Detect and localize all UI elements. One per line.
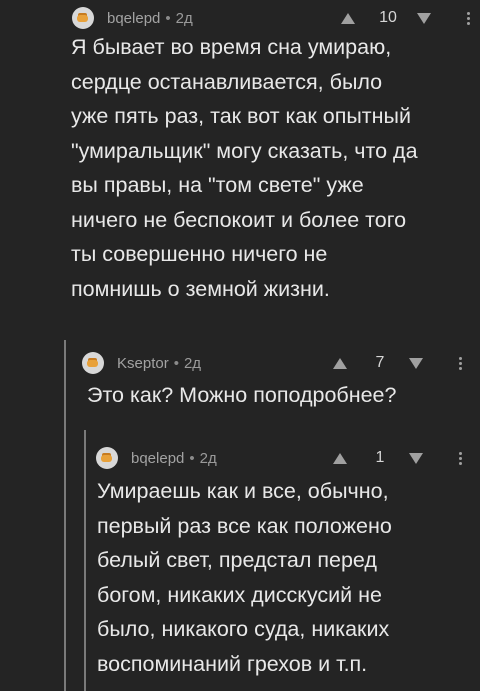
comment-time: 2д	[183, 354, 202, 372]
comment-author[interactable]: bqelepd	[107, 10, 160, 27]
thread-line[interactable]	[84, 430, 86, 691]
comment-text: Я бывает во время сна умираю, сердце ост…	[71, 35, 418, 301]
comment-time: 2д	[175, 9, 193, 27]
comment-text: Умираешь как и все, обычно, первый раз в…	[97, 479, 392, 676]
separator-dot: •	[165, 9, 171, 27]
comment-author[interactable]: Kseptor	[117, 355, 169, 372]
avatar[interactable]	[82, 352, 104, 374]
comment-header: bqelepd • 2д 10	[72, 3, 470, 33]
downvote-icon[interactable]	[409, 357, 423, 369]
comment-rating: 1	[375, 449, 385, 466]
comment-rating: 7	[375, 354, 385, 371]
comment-header: bqelepd • 2д 1	[96, 443, 462, 473]
separator-dot: •	[189, 449, 195, 467]
avatar[interactable]	[96, 447, 118, 469]
more-options-icon[interactable]	[467, 11, 470, 25]
upvote-icon[interactable]	[333, 357, 347, 369]
comment-time: 2д	[199, 449, 217, 467]
downvote-icon[interactable]	[417, 12, 431, 24]
more-options-icon[interactable]	[459, 356, 462, 370]
comment-author[interactable]: bqelepd	[131, 450, 184, 467]
upvote-icon[interactable]	[333, 452, 347, 464]
comment-text: Это как? Можно поподробнее?	[87, 383, 397, 407]
thread-line[interactable]	[64, 340, 66, 691]
upvote-icon[interactable]	[341, 12, 355, 24]
comment-header: Kseptor • 2д 7	[82, 348, 462, 378]
avatar[interactable]	[72, 7, 94, 29]
comment-rating: 10	[379, 9, 397, 26]
downvote-icon[interactable]	[409, 452, 423, 464]
more-options-icon[interactable]	[459, 451, 462, 465]
separator-dot: •	[173, 354, 179, 372]
